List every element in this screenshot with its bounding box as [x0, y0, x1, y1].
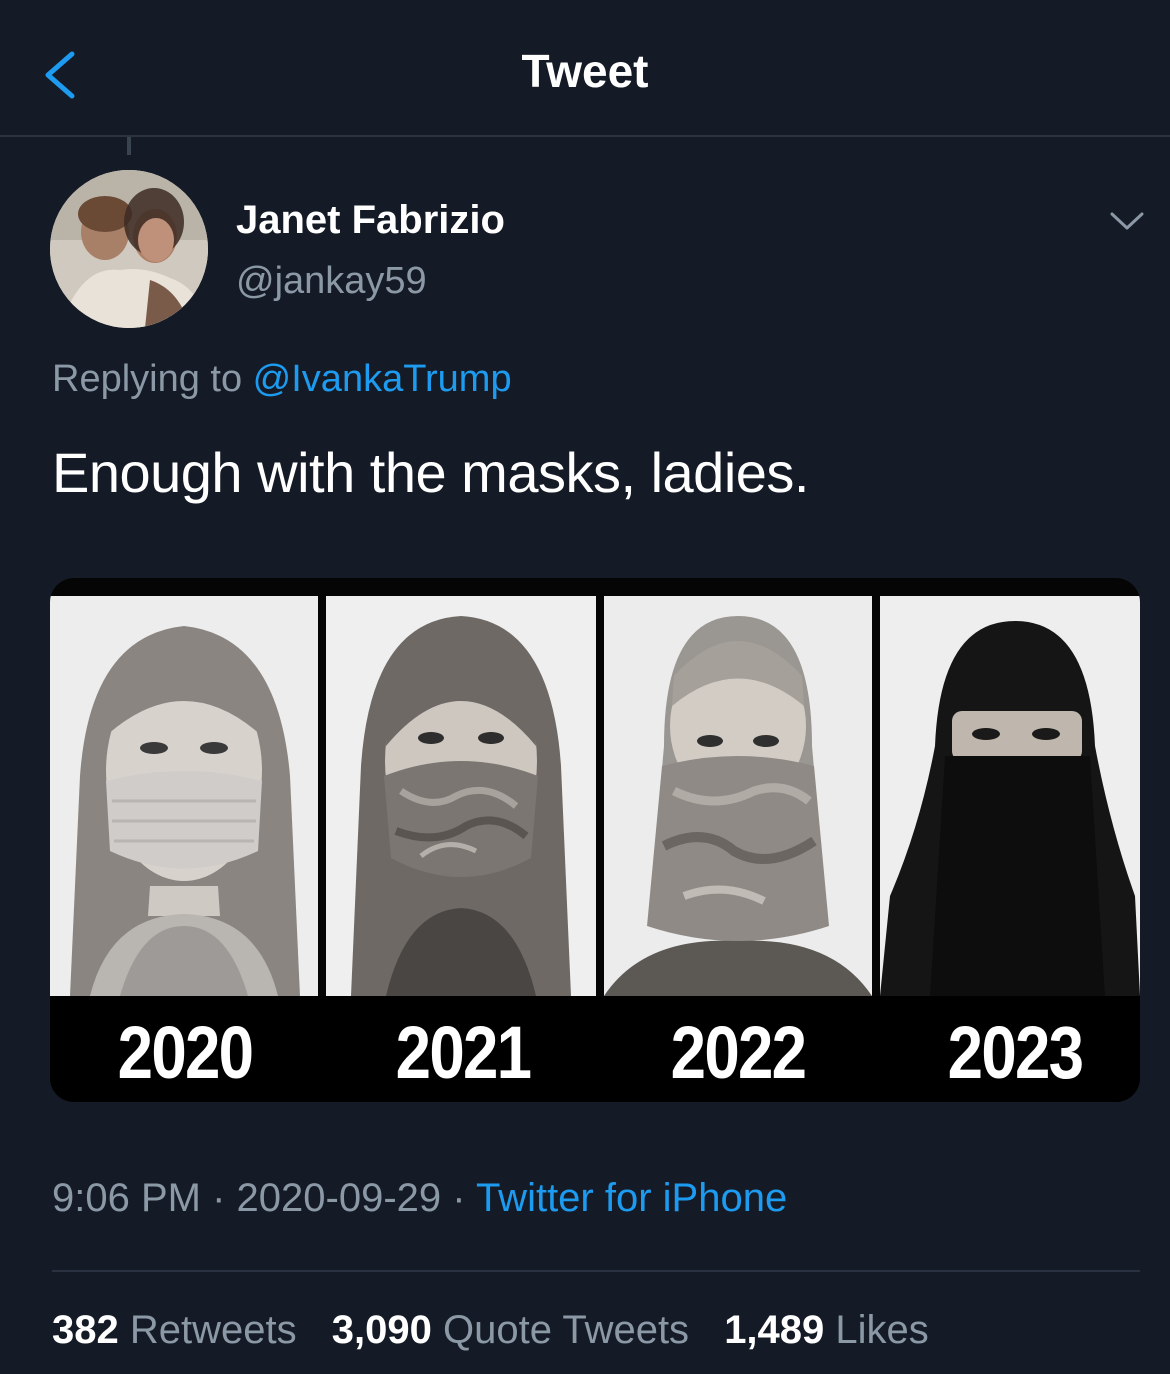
tweet-date: 2020-09-29: [236, 1176, 442, 1220]
meta-separator: ·: [200, 1176, 237, 1220]
panel-divider: [596, 596, 604, 996]
author-handle[interactable]: @jankay59: [236, 260, 427, 303]
avatar[interactable]: [50, 170, 208, 328]
quote-tweets-stat[interactable]: 3,090 Quote Tweets: [332, 1308, 689, 1352]
tweet-image[interactable]: 2020 2021 2022 2023: [50, 578, 1140, 1102]
year-label-2020: 2020: [117, 1011, 254, 1094]
top-bar: Tweet: [0, 0, 1170, 137]
tweet-metadata: 9:06 PM · 2020-09-29 · Twitter for iPhon…: [52, 1176, 787, 1221]
retweets-stat[interactable]: 382 Retweets: [52, 1308, 297, 1352]
likes-label: Likes: [835, 1308, 929, 1352]
year-label-2021: 2021: [395, 1011, 532, 1094]
tweet-text: Enough with the masks, ladies.: [52, 441, 809, 504]
retweets-label: Retweets: [129, 1308, 297, 1352]
author-name[interactable]: Janet Fabrizio: [236, 198, 505, 243]
tweet-time: 9:06 PM: [52, 1176, 201, 1220]
chevron-down-icon[interactable]: [1106, 206, 1148, 236]
year-label-2023: 2023: [947, 1011, 1084, 1094]
quote-tweets-label: Quote Tweets: [442, 1308, 690, 1352]
panel-divider: [318, 596, 326, 996]
quote-tweets-count: 3,090: [331, 1308, 432, 1352]
panel-divider: [872, 596, 880, 996]
likes-count: 1,489: [724, 1308, 825, 1352]
photo-panel-2023: [880, 596, 1140, 996]
thread-connector: [127, 137, 131, 155]
page-title: Tweet: [521, 45, 649, 97]
reply-context: Replying to @IvankaTrump: [52, 358, 512, 401]
meta-separator: ·: [441, 1176, 476, 1220]
engagement-stats: 382 Retweets 3,090 Quote Tweets 1,489 Li…: [52, 1308, 953, 1353]
divider: [52, 1270, 1140, 1272]
tweet-source-link[interactable]: Twitter for iPhone: [476, 1176, 787, 1220]
likes-stat[interactable]: 1,489 Likes: [724, 1308, 929, 1352]
year-label-2022: 2022: [670, 1011, 807, 1094]
avatar-photo: [50, 170, 208, 328]
reply-mention-link[interactable]: @IvankaTrump: [253, 358, 512, 400]
reply-prefix: Replying to: [52, 358, 253, 400]
photo-panel-2020: [50, 596, 318, 996]
photo-panel-2022: [604, 596, 872, 996]
retweets-count: 382: [52, 1308, 119, 1352]
photo-panel-2021: [326, 596, 596, 996]
